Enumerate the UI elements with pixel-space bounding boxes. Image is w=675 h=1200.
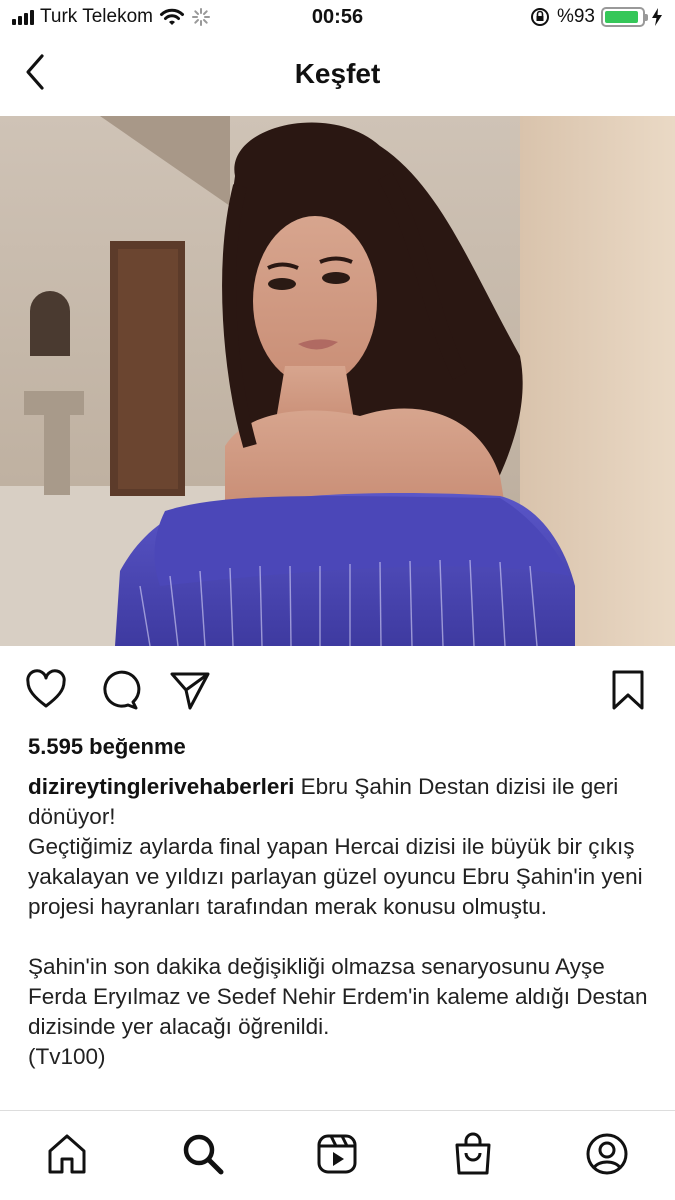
post-photo xyxy=(0,116,675,646)
battery-icon xyxy=(601,7,648,27)
post-username[interactable]: dizireytinglerivehaberleri xyxy=(28,774,294,799)
page-title: Keşfet xyxy=(294,58,381,89)
post-actions xyxy=(0,660,675,720)
charging-icon xyxy=(652,8,662,26)
battery-level xyxy=(605,11,639,23)
reels-icon[interactable] xyxy=(314,1131,360,1177)
orientation-lock-icon xyxy=(530,8,549,26)
home-icon[interactable] xyxy=(44,1131,90,1177)
like-count[interactable]: 5.595 beğenme xyxy=(28,734,186,760)
heart-icon[interactable] xyxy=(24,668,68,712)
caption-body: Geçtiğimiz aylarda final yapan Hercai di… xyxy=(28,834,648,1069)
send-icon[interactable] xyxy=(168,668,212,712)
bookmark-icon[interactable] xyxy=(606,668,650,712)
battery-percent: %93 xyxy=(556,6,595,27)
shop-icon[interactable] xyxy=(450,1131,496,1177)
comment-icon[interactable] xyxy=(97,668,141,712)
nav-header: Keşfet xyxy=(0,36,675,114)
bottom-tab-bar xyxy=(0,1110,675,1200)
search-icon[interactable] xyxy=(180,1131,226,1177)
profile-icon[interactable] xyxy=(584,1131,630,1177)
post-caption: dizireytinglerivehaberleri Ebru Şahin De… xyxy=(28,772,653,1072)
status-bar: Turk Telekom 00:56 %93 xyxy=(0,0,675,36)
post-image[interactable] xyxy=(0,116,675,646)
status-right: %93 xyxy=(529,6,663,28)
